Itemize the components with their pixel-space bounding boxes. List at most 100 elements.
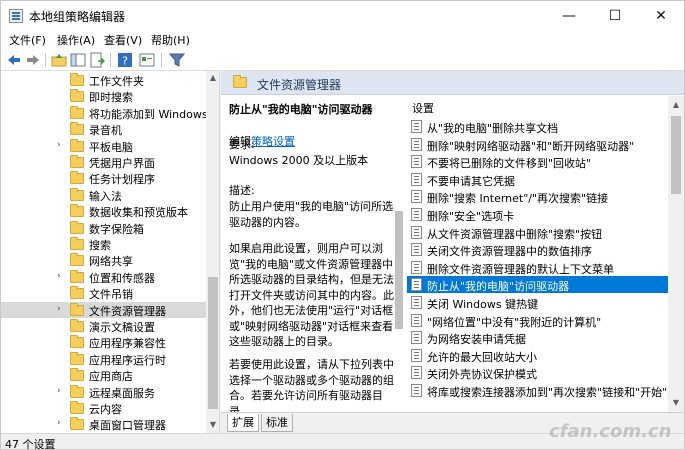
setting-row[interactable]: 不要将已删除的文件移到"回收站" (407, 153, 668, 170)
minimize-button[interactable]: — (546, 1, 592, 31)
back-arrow-icon[interactable] (6, 52, 22, 68)
tree-item[interactable]: 演示文稿设置 (1, 318, 206, 334)
tree-item[interactable]: 应用程序运行时 (1, 351, 206, 367)
folder-icon (70, 73, 84, 86)
description-scroll-thumb[interactable] (395, 211, 403, 329)
tree-item-label: 应用程序运行时 (89, 353, 166, 367)
tree-item[interactable]: 数字保险箱 (1, 220, 206, 236)
setting-row[interactable]: 不要申请其它凭据 (407, 171, 668, 188)
setting-row[interactable]: 从"我的电脑"删除共享文档 (407, 118, 668, 135)
policy-setting-icon (411, 137, 422, 151)
setting-row[interactable]: 删除"搜索 Internet"/"再次搜索"链接 (407, 188, 668, 205)
tab-extended[interactable]: 扩展 (227, 414, 259, 432)
tree-pane: 工作文件夹即时搜索将功能添加到 Windows 10 录音机 › 平板电脑凭据用户界面… (1, 71, 220, 433)
setting-row[interactable]: 为网络安装申请凭据 (407, 329, 668, 346)
policy-setting-icon (411, 208, 422, 221)
scroll-up-arrow-icon[interactable]: ▲ (669, 100, 683, 109)
show-tree-icon[interactable] (70, 52, 86, 68)
properties-icon[interactable] (139, 52, 155, 68)
tree-item[interactable]: 输入法 (1, 187, 206, 203)
folder-icon (70, 302, 84, 316)
setting-row[interactable]: 关闭 Windows 键热键 (407, 294, 668, 311)
tree-item[interactable]: 网络共享 (1, 252, 206, 268)
tree-item[interactable]: › 平板电脑 (1, 138, 206, 154)
forward-arrow-icon[interactable] (25, 52, 41, 68)
policy-setting-icon (411, 190, 422, 204)
chevron-right-icon[interactable]: › (57, 418, 61, 428)
tree-item[interactable]: 搜索 (1, 236, 206, 252)
up-folder-icon[interactable] (51, 52, 67, 68)
tab-standard[interactable]: 标准 (261, 414, 293, 432)
chevron-right-icon[interactable]: › (57, 304, 61, 314)
tree-scroll-thumb[interactable] (208, 277, 218, 409)
svg-text:?: ? (122, 55, 128, 68)
settings-scrollbar[interactable]: ▲ ▼ (668, 96, 684, 412)
tree-item[interactable]: › 位置和传感器 (1, 269, 206, 285)
policy-setting-icon (411, 172, 422, 186)
tree-item[interactable]: › 桌面窗口管理器 (1, 416, 206, 432)
setting-label: 防止从"我的电脑"访问驱动器 (427, 280, 570, 294)
setting-row[interactable]: 删除文件资源管理器的默认上下文菜单 (407, 259, 668, 276)
export-list-icon[interactable] (89, 52, 105, 68)
policy-setting-icon (411, 243, 422, 257)
tree-item[interactable]: 云内容 (1, 400, 206, 416)
tree-item[interactable]: 数据收集和预览版本 (1, 203, 206, 219)
setting-label: 关闭外壳协议保护模式 (427, 368, 537, 382)
tree-item[interactable]: › 文件资源管理器 (1, 301, 206, 318)
toolbar-separator (110, 53, 111, 67)
tree-item[interactable]: 凭据用户界面 (1, 154, 206, 170)
setting-row[interactable]: 防止从"我的电脑"访问驱动器 (407, 276, 668, 294)
setting-row[interactable]: 删除"映射网络驱动器"和"断开网络驱动器" (407, 136, 668, 153)
menu-view[interactable]: 查看(V) (104, 32, 142, 48)
tree-item-label: 将功能添加到 Windows 10 (89, 107, 206, 121)
setting-label: 删除文件资源管理器的默认上下文菜单 (427, 262, 614, 276)
filter-icon[interactable] (169, 52, 185, 68)
folder-icon (70, 220, 84, 234)
tree-item[interactable]: 将功能添加到 Windows 10 (1, 105, 206, 121)
description-scrollbar[interactable] (393, 211, 405, 411)
tree-item[interactable]: 工作文件夹 (1, 72, 206, 88)
settings-scroll-thumb[interactable] (671, 116, 681, 194)
tree-item-label: 凭据用户界面 (89, 157, 155, 170)
tree-item-label: 数字保险箱 (89, 222, 144, 236)
setting-row[interactable]: "网络位置"中没有"我附近的计算机" (407, 312, 668, 329)
setting-row[interactable]: 关闭文件资源管理器中的数值排序 (407, 241, 668, 258)
window: 本地组策略编辑器 — ☐ ✕ 文件(F) 操作(A) 查看(V) 帮助(H) ?… (0, 0, 685, 450)
tree-item-label: 文件资源管理器 (89, 304, 166, 318)
tree-item[interactable]: 即时搜索 (1, 88, 206, 104)
title-bar: 本地组策略编辑器 — ☐ ✕ (1, 1, 684, 31)
menu-action[interactable]: 操作(A) (57, 32, 95, 48)
chevron-right-icon[interactable]: › (57, 271, 61, 281)
tree-item[interactable]: 录音机 (1, 121, 206, 137)
folder-icon (70, 138, 84, 152)
chevron-right-icon[interactable]: › (57, 140, 61, 150)
tree-scrollbar[interactable]: ▲ ▼ (206, 71, 219, 433)
chevron-right-icon[interactable]: › (57, 386, 61, 396)
setting-row[interactable]: 允许的最大回收站大小 (407, 347, 668, 364)
tree-item[interactable]: 应用商店 (1, 367, 206, 383)
setting-row[interactable]: 删除"安全"选项卡 (407, 206, 668, 223)
scroll-down-arrow-icon[interactable]: ▼ (669, 398, 683, 407)
tree-item-label: 演示文稿设置 (89, 321, 155, 334)
settings-column-header[interactable]: 设置 (412, 100, 434, 116)
tree-item[interactable]: 任务计划程序 (1, 170, 206, 186)
toolbar-separator (45, 53, 46, 67)
setting-row[interactable]: 将库或搜索连接器添加到"再次搜索"链接和"开始"菜单 (407, 382, 668, 399)
maximize-button[interactable]: ☐ (592, 1, 638, 31)
folder-icon (70, 253, 84, 267)
policy-setting-icon (411, 260, 422, 274)
setting-row[interactable]: 关闭外壳协议保护模式 (407, 364, 668, 381)
close-button[interactable]: ✕ (638, 1, 684, 31)
setting-label: 允许的最大回收站大小 (427, 350, 537, 364)
setting-row[interactable]: 从文件资源管理器中删除"搜索"按钮 (407, 224, 668, 241)
setting-label: 为网络安装申请凭据 (427, 333, 526, 347)
menu-file[interactable]: 文件(F) (9, 32, 46, 48)
help-icon[interactable]: ? (117, 52, 133, 68)
scroll-up-arrow-icon[interactable]: ▲ (206, 73, 219, 82)
tree-item[interactable]: 应用程序兼容性 (1, 334, 206, 350)
tree-item[interactable]: 文件吊销 (1, 285, 206, 301)
tree-item[interactable]: › 远程桌面服务 (1, 384, 206, 400)
scroll-down-arrow-icon[interactable]: ▼ (206, 420, 219, 429)
menu-help[interactable]: 帮助(H) (151, 32, 190, 48)
tree-item-label: 数据收集和预览版本 (89, 206, 188, 220)
